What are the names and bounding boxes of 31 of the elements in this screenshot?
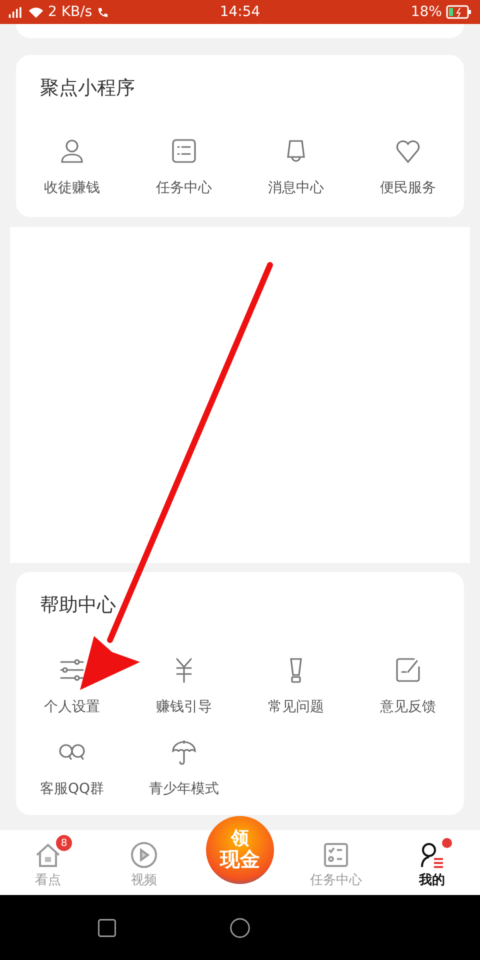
network-speed: 2 KB/s — [48, 4, 92, 20]
recents-icon[interactable] — [96, 916, 118, 938]
play-icon — [130, 841, 158, 869]
home-icon — [34, 841, 62, 869]
section-title: 帮助中心 — [39, 593, 117, 618]
help-item[interactable]: 常见问题 — [240, 656, 352, 716]
umbrella-icon — [170, 738, 198, 766]
help-item[interactable]: 青少年模式 — [128, 738, 240, 798]
person-icon — [58, 137, 86, 165]
signal-icon — [8, 6, 24, 18]
tab[interactable]: 我的 — [384, 831, 480, 895]
notification-badge: 8 — [56, 835, 72, 851]
clock: 14:54 — [220, 4, 260, 20]
edit-icon — [394, 656, 422, 684]
tab[interactable]: 8 看点 — [0, 831, 96, 895]
list-icon — [170, 137, 198, 165]
home-icon[interactable] — [228, 916, 251, 938]
help-item[interactable]: 客服QQ群 — [16, 738, 128, 798]
section-title: 聚点小程序 — [39, 76, 136, 101]
help-item[interactable]: 个人设置 — [16, 656, 128, 716]
help-item[interactable]: 赚钱引导 — [128, 656, 240, 716]
shortcut-item[interactable]: 收徒赚钱 — [16, 137, 128, 197]
shortcut-item[interactable]: 便民服务 — [352, 137, 464, 197]
shortcut-item[interactable]: 消息中心 — [240, 137, 352, 197]
battery-percent: 18% — [410, 4, 442, 20]
shortcut-item[interactable]: 任务中心 — [128, 137, 240, 197]
checklist-icon — [322, 841, 350, 869]
battery-icon — [446, 5, 472, 19]
help-item[interactable]: 意见反馈 — [352, 656, 464, 716]
wifi-icon — [28, 6, 44, 18]
person-icon — [418, 841, 446, 869]
